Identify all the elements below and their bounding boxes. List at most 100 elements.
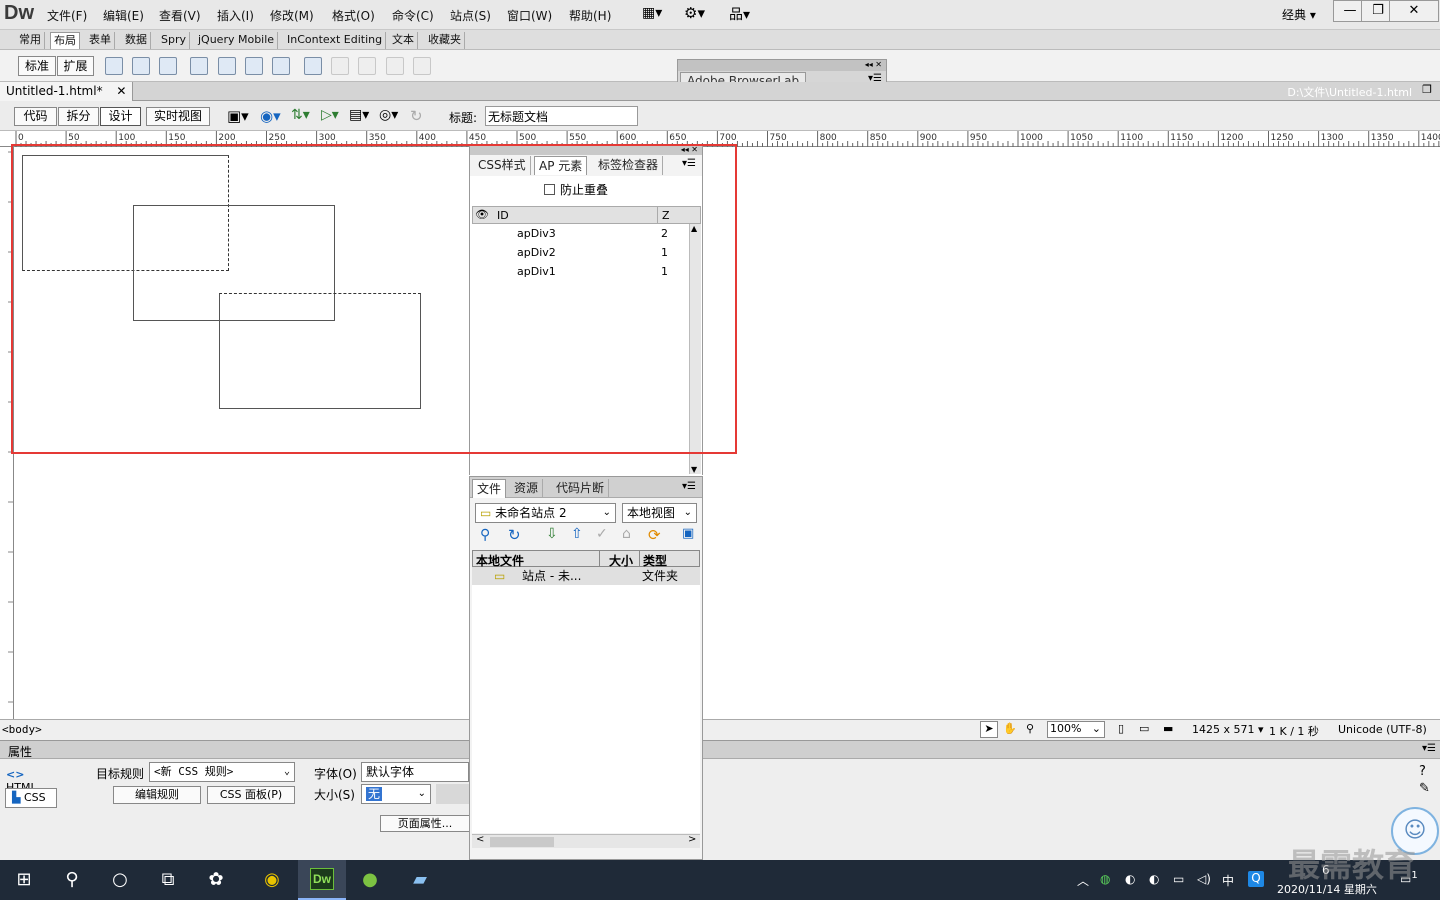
standard-mode-button[interactable]: 标准 [18,56,56,76]
connect-icon[interactable]: ⚲ [480,527,490,543]
css-mode-button[interactable]: ▙ CSS [5,788,57,808]
visibility-eye-icon[interactable]: 👁 [475,208,489,221]
ap-row-apdiv2[interactable]: apDiv2 1 [472,243,690,262]
scroll-left-icon[interactable]: < [476,834,484,845]
pinwheel-app-icon[interactable]: ✿ [202,866,230,894]
refresh-icon[interactable]: ↻ [508,526,521,544]
spry-accordion-icon[interactable] [272,57,290,75]
expand-icon[interactable]: ▣ [682,526,694,541]
spry-menu-icon[interactable] [218,57,236,75]
site-icon[interactable]: 品▾ [729,4,750,24]
file-transfer-icon[interactable]: ⇅▾ [291,107,310,123]
property-inspector-header[interactable]: 属性 ▾☰ [0,741,1440,759]
desktop-size-icon[interactable]: ▬ [1163,722,1173,735]
site-select[interactable]: ▭ 未命名站点 2 ⌄ [475,503,616,523]
code-view-button[interactable]: 代码 [14,107,57,126]
design-canvas[interactable] [15,148,469,718]
tag-selector[interactable]: <body> [2,723,42,736]
menu-format[interactable]: 格式(O) [332,7,375,24]
ap-list-scrollbar[interactable]: ▲ ▼ [689,224,701,474]
fluid-grid-icon[interactable] [190,57,208,75]
hand-tool-icon[interactable]: ✋ [1003,722,1017,735]
debug-icon[interactable]: ▷▾ [321,107,339,123]
tab-layout[interactable]: 布局 [50,32,80,49]
tab-jquery-mobile[interactable]: jQuery Mobile [195,32,279,49]
target-rule-select[interactable]: <新 CSS 规则> ⌄ [149,762,295,782]
dreamweaver-taskbar-button[interactable]: Dw [298,860,346,900]
tab-tag-inspector[interactable]: 标签检查器 [594,156,664,175]
column-z[interactable]: Z [662,209,670,222]
visual-aids-icon[interactable]: ▤▾ [349,107,369,123]
ap-row-apdiv3[interactable]: apDiv3 2 [472,224,690,243]
column-id[interactable]: ID [497,209,509,222]
gear-icon[interactable]: ⚙▾ [684,4,705,22]
ime-indicator[interactable]: 中 [1222,872,1234,889]
files-hscrollbar[interactable]: < > [472,834,700,848]
melon-app-icon[interactable]: ● [356,866,384,894]
tab-favorites[interactable]: 收藏夹 [425,32,465,49]
windows-start-icon[interactable]: ⊞ [10,866,38,894]
menu-window[interactable]: 窗口(W) [507,7,552,24]
expanded-mode-button[interactable]: 扩展 [57,56,94,76]
qq-icon[interactable]: ◐ [1125,872,1135,886]
cortana-icon[interactable]: ○ [106,866,134,894]
close-button[interactable]: ✕ [1389,0,1439,22]
list-item[interactable]: ▭ 站点 - 未... 文件夹 [472,567,700,585]
tab-assets[interactable]: 资源 [510,479,544,498]
tab-common[interactable]: 常用 [16,32,45,49]
tab-css-styles[interactable]: CSS样式 [474,156,531,175]
tab-ap-elements[interactable]: AP 元素 [534,156,588,175]
scroll-right-icon[interactable]: > [688,834,696,845]
menu-edit[interactable]: 编辑(E) [103,7,144,24]
help-icon[interactable]: ? [1419,764,1426,779]
q-app-icon[interactable]: Q [1248,871,1264,887]
tab-forms[interactable]: 表单 [86,32,115,49]
notebook-app-icon[interactable]: ▰ [406,866,434,894]
spry-tab-icon[interactable] [245,57,263,75]
quick-edit-icon[interactable]: ✎ [1419,781,1430,796]
panel-menu-icon[interactable]: ▾☰ [682,481,696,492]
css-panel-button[interactable]: CSS 面板(P) [207,786,295,804]
tab-data[interactable]: 数据 [122,32,151,49]
view-select[interactable]: 本地视图 ⌄ [622,503,697,523]
menu-modify[interactable]: 修改(M) [270,7,314,24]
put-files-icon[interactable]: ⇧ [571,526,583,542]
network-icon[interactable]: ▭ [1173,872,1184,886]
task-view-icon[interactable]: ⧉ [154,866,182,894]
page-properties-button[interactable]: 页面属性... [380,815,469,832]
sync-icon[interactable]: ⟳ [648,526,661,544]
document-tab[interactable]: Untitled-1.html* ✕ [0,82,134,101]
edit-rule-button[interactable]: 编辑规则 [113,786,201,804]
layout-icon[interactable]: ▦▾ [642,5,662,21]
scroll-thumb[interactable] [490,837,554,847]
font-select[interactable]: 默认字体 [361,762,469,782]
window-size[interactable]: 1425 x 571 ▾ [1192,723,1264,736]
iframe-icon[interactable] [304,57,322,75]
scroll-down-icon[interactable]: ▼ [691,465,697,474]
menu-view[interactable]: 查看(V) [159,7,201,24]
preview-globe-icon[interactable]: ◉▾ [260,107,281,125]
split-view-button[interactable]: 拆分 [58,107,99,126]
live-view-button[interactable]: 实时视图 [146,107,210,126]
tablet-size-icon[interactable]: ▭ [1139,722,1149,735]
mobile-size-icon[interactable]: ▯ [1118,722,1124,735]
qq-icon-2[interactable]: ◐ [1149,872,1159,886]
tab-files[interactable]: 文件 [472,479,507,498]
view-options-icon[interactable]: ◎▾ [379,107,398,123]
workspace-switcher[interactable]: 经典 ▾ [1282,6,1316,23]
tab-snippets[interactable]: 代码片断 [552,479,610,498]
menu-file[interactable]: 文件(F) [47,7,87,24]
tab-spry[interactable]: Spry [158,32,190,49]
menu-help[interactable]: 帮助(H) [569,7,611,24]
zoom-tool-icon[interactable]: ⚲ [1026,722,1034,735]
scroll-up-icon[interactable]: ▲ [691,224,697,233]
zoom-select[interactable]: 100% ⌄ [1047,721,1105,738]
prevent-overlap-checkbox[interactable] [544,184,555,195]
search-icon[interactable]: ⚲ [58,866,86,894]
wechat-icon[interactable]: ◍ [1100,872,1110,886]
html-mode-button[interactable]: <> HTML [6,768,54,794]
restore-icon[interactable]: ❐ [1422,83,1432,96]
volume-icon[interactable]: ◁) [1197,872,1211,886]
ap-div-icon[interactable] [159,57,177,75]
size-select[interactable]: 无 ⌄ [361,784,431,804]
